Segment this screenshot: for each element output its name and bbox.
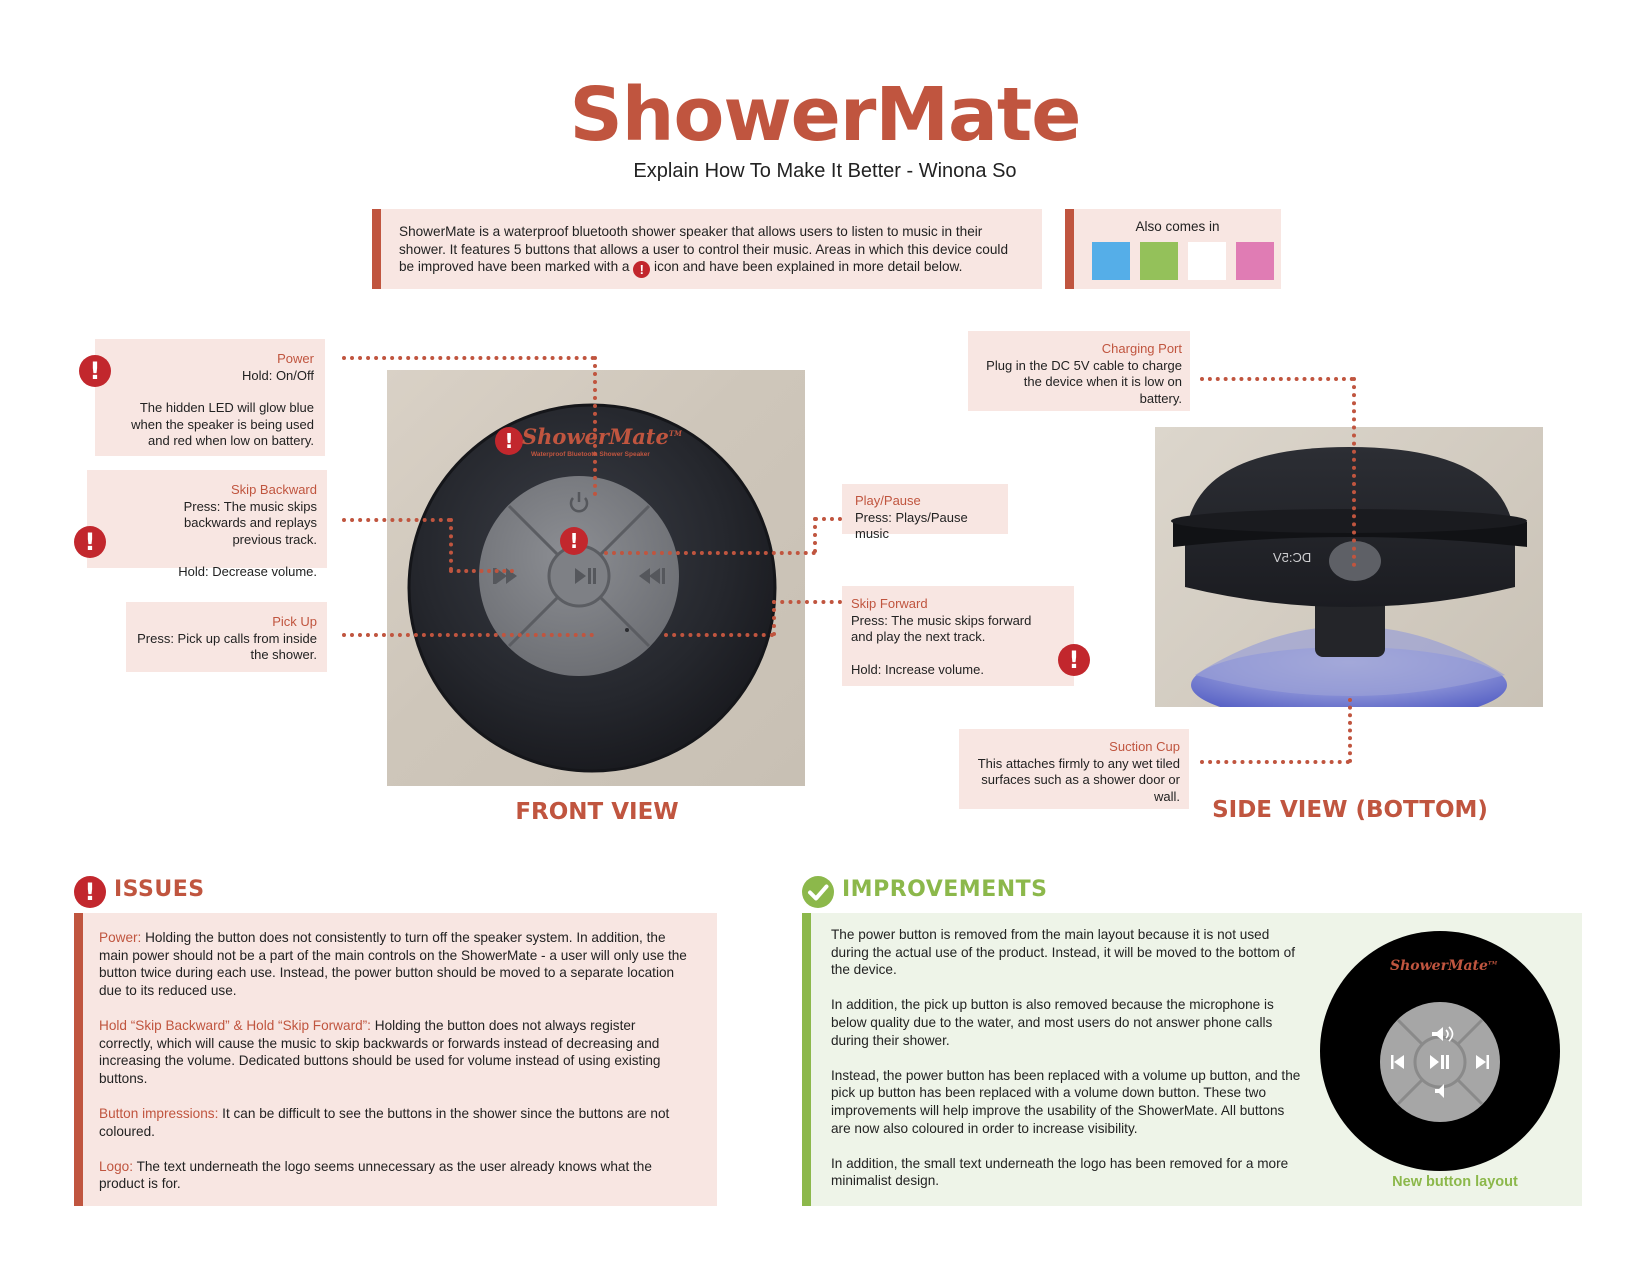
new-layout-logo: ShowerMateTM [1390,958,1497,974]
improvement-paragraph: Instead, the power button has been repla… [831,1067,1301,1136]
alert-icon: ! [495,427,523,455]
colors-label: Also comes in [1135,219,1220,234]
front-logo: ShowerMateTM [522,424,682,449]
leader-play-pause [814,517,842,521]
side-port-label: DC:5V [1273,550,1312,565]
leader-skip-forward-v [772,600,776,636]
callout-suction-cup-line1: This attaches firmly to any wet tiled su… [977,755,1180,804]
callout-skip-backward: Skip Backward Press: The music skips bac… [87,470,327,579]
intro-box: ShowerMate is a waterproof bluetooth sho… [372,209,1042,289]
new-button-layout: ShowerMateTM [1320,931,1560,1171]
callout-skip-forward-line1: Press: The music skips forward and play … [851,612,1032,645]
callout-skip-forward-title: Skip Forward [851,596,928,611]
issue-item: Hold “Skip Backward” & Hold “Skip Forwar… [99,1017,687,1087]
issue-key: Power: [99,930,142,945]
callout-skip-backward-title: Skip Backward [231,482,317,497]
leader-charging-port [1200,377,1354,381]
leader-charging-port-v [1352,377,1356,567]
leader-play-pause-v [813,517,817,553]
callout-charging-port-line1: Plug in the DC 5V cable to charge the de… [986,357,1182,406]
callout-skip-backward-line2: Hold: Decrease volume. [178,564,317,579]
leader-skip-backward-v [449,518,453,571]
page-title: ShowerMate [569,72,1082,158]
alert-icon: ! [74,526,106,558]
issue-key: Logo: [99,1158,134,1174]
intro-text-end: icon and have been explained in more det… [654,259,963,274]
leader-suction-cup [1200,760,1350,764]
leader-power [342,356,595,360]
issue-text: Holding the button does not consistently… [99,930,687,998]
leader-pick-up [342,633,594,637]
leader-play-pause-h2 [604,551,816,555]
front-view-label: FRONT VIEW [515,799,679,825]
callout-skip-backward-line1: Press: The music skips backwards and rep… [183,498,317,547]
improvement-paragraph: In addition, the pick up button is also … [831,997,1274,1048]
side-view-photo: DC:5V [1155,427,1543,707]
check-icon [802,876,834,908]
alert-icon: ! [633,261,651,278]
new-layout-label: New button layout [1392,1174,1518,1190]
alert-icon: ! [560,527,588,555]
leader-power-v [593,356,597,496]
issue-key: Button impressions: [99,1105,219,1121]
colors-box: Also comes in [1065,209,1281,289]
issues-title: ISSUES [114,877,205,902]
speaker-side-illustration [1171,447,1527,707]
alert-icon: ! [74,876,106,908]
callout-charging-port-title: Charging Port [1101,341,1182,356]
improvement-paragraph: The power button is removed from the mai… [831,927,1295,978]
issue-item: Logo: The text underneath the logo seems… [99,1158,687,1193]
callout-power: Power Hold: On/Off The hidden LED will g… [95,339,325,456]
callout-power-line2: The hidden LED will glow blue when the s… [131,400,314,448]
color-swatch-green [1140,242,1178,280]
callout-play-pause: Play/Pause Press: Plays/Pause music [842,484,1008,541]
issue-item: Button impressions: It can be difficult … [99,1105,687,1140]
callout-suction-cup: Suction Cup This attaches firmly to any … [959,729,1189,809]
issue-key: Hold “Skip Backward” & Hold “Skip Forwar… [99,1017,371,1033]
alert-icon: ! [79,355,111,387]
issue-text: The text underneath the logo seems unnec… [99,1158,652,1192]
alert-icon: ! [1058,644,1090,676]
color-swatch-white [1188,242,1226,280]
issues-box: Power: Holding the button does not consi… [74,913,717,1206]
front-logo-tm: TM [668,429,682,438]
leader-skip-backward [342,518,451,522]
callout-power-title: Power [277,351,314,366]
improvements-title: IMPROVEMENTS [842,877,1048,902]
callout-pick-up: Pick Up Press: Pick up calls from inside… [126,602,327,672]
callout-charging-port: Charging Port Plug in the DC 5V cable to… [968,331,1190,411]
new-layout-logo-text: ShowerMate [1390,958,1488,974]
new-layout-logo-tm: TM [1487,960,1498,967]
callout-play-pause-line1: Press: Plays/Pause music [855,509,968,542]
callout-pick-up-line1: Press: Pick up calls from inside the sho… [137,630,317,663]
color-swatch-blue [1092,242,1130,280]
callout-power-line1: Hold: On/Off [241,367,314,383]
callout-play-pause-title: Play/Pause [855,493,921,508]
leader-skip-forward [664,633,774,637]
color-swatch-pink [1236,242,1274,280]
callout-skip-forward: Skip Forward Press: The music skips forw… [842,586,1074,686]
issue-item: Power: Holding the button does not consi… [99,929,687,999]
side-view-label: SIDE VIEW (BOTTOM) [1212,797,1488,823]
leader-skip-forward-h2 [772,600,842,604]
leader-suction-cup-v [1348,698,1352,763]
leader-skip-backward-h2 [449,569,514,573]
page-subtitle: Explain How To Make It Better - Winona S… [633,160,1017,182]
callout-skip-forward-line2: Hold: Increase volume. [851,661,984,677]
improvement-paragraph: In addition, the small text underneath t… [831,1155,1289,1189]
callout-suction-cup-title: Suction Cup [1109,739,1180,754]
front-tagline: Waterproof Bluetooth Shower Speaker [531,451,650,458]
callout-pick-up-title: Pick Up [272,614,317,629]
